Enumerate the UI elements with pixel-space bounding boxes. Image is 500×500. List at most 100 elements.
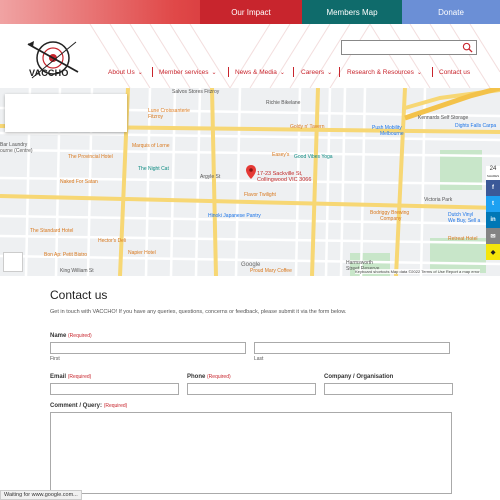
search-input[interactable]	[341, 40, 477, 55]
last-name-input[interactable]	[254, 342, 450, 354]
nav-divider	[228, 67, 229, 77]
google-logo: Google	[241, 262, 261, 268]
name-label: Name (Required)	[50, 333, 460, 339]
twitter-icon[interactable]: t	[486, 196, 500, 212]
browser-status-bar: Waiting for www.google.com...	[0, 490, 82, 500]
map-label: Hector's Deli	[98, 238, 127, 244]
first-name-input[interactable]	[50, 342, 246, 354]
search-icon[interactable]	[462, 42, 473, 53]
map-label: Marquis of Lorne	[132, 143, 170, 149]
nav-about-us[interactable]: About Us ⌄	[108, 65, 143, 79]
map-label: Argyle St	[200, 174, 221, 180]
share-count-label: SHARES	[486, 174, 500, 178]
nav-research-resources[interactable]: Research & Resources ⌄	[347, 65, 422, 79]
map-footer[interactable]: Keyboard shortcuts Map data ©2022 Terms …	[355, 269, 480, 274]
map-address: 17-23 Sackville St, Collingwood VIC 3066	[257, 171, 311, 183]
nav-member-services[interactable]: Member services ⌄	[159, 65, 217, 79]
map-label: The Standard Hotel	[30, 228, 74, 234]
map-label: Fitzroy	[148, 114, 163, 120]
contact-section: Contact us Get in touch with VACCHO! If …	[50, 288, 460, 494]
map-label: The Provincial Hotel	[68, 154, 113, 160]
nav-divider	[293, 67, 294, 77]
last-name-sublabel: Last	[254, 356, 264, 362]
phone-label: Phone (Required)	[187, 374, 316, 380]
phone-field[interactable]	[187, 383, 316, 395]
nav-research-resources-label: Research & Resources	[347, 68, 414, 76]
map-label: Salvos Stores Fitzroy	[172, 89, 220, 95]
email-field[interactable]	[50, 383, 179, 395]
map-label: Kennards Self Storage	[418, 115, 469, 121]
name-label-text: Name	[50, 333, 67, 339]
members-map-link[interactable]: Members Map	[302, 0, 402, 24]
top-bar-gradient	[0, 0, 200, 24]
map-info-card	[5, 94, 127, 132]
map-label: Good Vibes Yoga	[294, 154, 333, 160]
chevron-down-icon: ⌄	[137, 69, 143, 76]
email-icon[interactable]: ✉	[486, 228, 500, 244]
map-label: The Night Cat	[138, 166, 169, 172]
map-label: King William St	[60, 268, 94, 274]
phone-label-text: Phone	[187, 374, 206, 380]
share-count: 24 SHARES	[486, 166, 500, 180]
share-count-number: 24	[489, 166, 497, 172]
share-bar: 24 SHARES f t in ✉ ◆	[486, 166, 500, 260]
required-marker: (Required)	[207, 374, 231, 380]
comment-label-text: Comment / Query:	[50, 403, 103, 409]
map-label: Naked For Satan	[60, 179, 98, 185]
email-label-text: Email	[50, 374, 67, 380]
our-impact-link[interactable]: Our Impact	[200, 0, 302, 24]
map-control-button[interactable]	[3, 252, 23, 272]
comment-textarea[interactable]	[50, 412, 452, 494]
map-address-line2: Collingwood VIC 3066	[257, 177, 312, 183]
map-label: We Buy, Sell a	[448, 218, 481, 224]
map-label: Melbourne	[380, 131, 404, 137]
nav-news-media-label: News & Media	[235, 68, 277, 76]
linkedin-icon[interactable]: in	[486, 212, 500, 228]
map-label: Goldy n' Tavern	[290, 124, 325, 130]
company-label: Company / Organisation	[324, 374, 394, 380]
chevron-down-icon: ⌄	[327, 69, 333, 76]
required-marker: (Required)	[67, 374, 92, 380]
nav-news-media[interactable]: News & Media ⌄	[235, 65, 285, 79]
nav-divider	[432, 67, 433, 77]
required-marker: (Required)	[103, 403, 128, 409]
nav-contact-us[interactable]: Contact us	[439, 65, 470, 79]
main-nav: About Us ⌄ Member services ⌄ News & Media ⌄…	[0, 65, 500, 79]
comment-label: Comment / Query: (Required)	[50, 403, 460, 409]
map-label: ourne (Centre)	[0, 148, 33, 154]
required-marker: (Required)	[68, 333, 92, 339]
nav-divider	[339, 67, 340, 77]
nav-about-us-label: About Us	[108, 68, 135, 76]
nav-divider	[152, 67, 153, 77]
chevron-down-icon: ⌄	[211, 69, 217, 76]
nav-member-services-label: Member services	[159, 68, 209, 76]
contact-intro: Get in touch with VACCHO! If you have an…	[50, 309, 347, 315]
map-label: Flavor Twilight	[244, 192, 276, 198]
map-label: Company	[380, 216, 402, 222]
sharethis-icon[interactable]: ◆	[486, 244, 500, 260]
facebook-icon[interactable]: f	[486, 180, 500, 196]
map-label: Proud Mary Coffee	[250, 268, 292, 274]
chevron-down-icon: ⌄	[416, 69, 422, 76]
map-label: Retreat Hotel	[448, 236, 478, 242]
map-label: Bon Ap: Petit Bistro	[44, 252, 88, 258]
email-label: Email (Required)	[50, 374, 179, 380]
map-pin-icon[interactable]	[246, 165, 256, 179]
map-label: Easey's	[272, 152, 290, 158]
map-label: Napier Hotel	[128, 250, 156, 256]
first-name-sublabel: First	[50, 356, 60, 362]
site-header: VACCHO About Us ⌄ Member services ⌄ News &…	[0, 24, 500, 88]
company-field[interactable]	[324, 383, 453, 395]
chevron-down-icon: ⌄	[279, 69, 285, 76]
nav-careers-label: Careers	[301, 68, 325, 76]
page-title: Contact us	[50, 288, 108, 302]
nav-contact-us-label: Contact us	[439, 68, 471, 76]
donate-link[interactable]: Donate	[402, 0, 500, 24]
top-bar: Our Impact Members Map Donate	[0, 0, 500, 24]
map-label: Hinoki Japanese Pantry	[208, 213, 261, 219]
google-map[interactable]: Salvos Stores Fitzroy Richie Bikelane Lu…	[0, 88, 500, 276]
map-label: Victoria Park	[424, 197, 453, 203]
map-label: Richie Bikelane	[266, 100, 301, 106]
nav-careers[interactable]: Careers ⌄	[301, 65, 332, 79]
map-label: Dights Falls Carpa	[455, 123, 497, 129]
